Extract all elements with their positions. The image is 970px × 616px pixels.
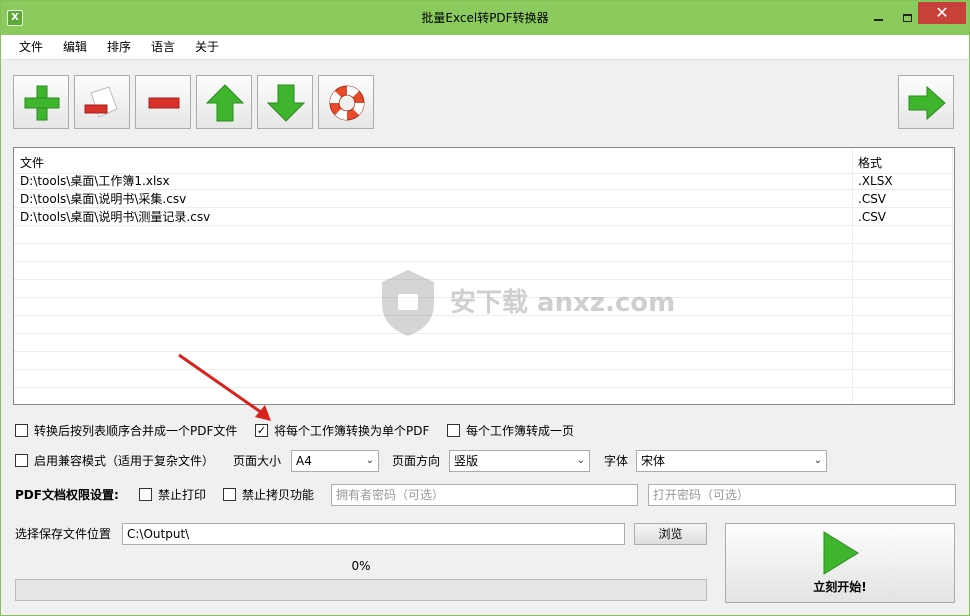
- column-header-format[interactable]: 格式: [858, 152, 882, 174]
- compat-option[interactable]: 启用兼容模式（适用于复杂文件）: [15, 452, 214, 470]
- progress-percent: 0%: [351, 559, 371, 573]
- add-files-button[interactable]: [13, 75, 69, 129]
- open-password-input[interactable]: 打开密码（可选）: [648, 484, 956, 506]
- single-pdf-checkbox[interactable]: ✓: [255, 424, 268, 437]
- empty-row: [14, 244, 954, 262]
- owner-password-input[interactable]: 拥有者密码（可选）: [331, 484, 638, 506]
- minimize-icon: [873, 19, 883, 21]
- no-copy-label: 禁止拷贝功能: [242, 488, 315, 502]
- remove-file-button[interactable]: [74, 75, 130, 129]
- pdf-permission-label: PDF文档权限设置:: [15, 488, 119, 502]
- table-row[interactable]: D:\tools\桌面\说明书\采集.csv .CSV: [14, 190, 954, 208]
- orientation-value: 竖版: [454, 454, 479, 468]
- file-path: D:\tools\桌面\说明书\测量记录.csv: [20, 210, 211, 224]
- merge-label: 转换后按列表顺序合并成一个PDF文件: [34, 424, 238, 438]
- move-down-button[interactable]: [257, 75, 313, 129]
- page-size-select[interactable]: A4 ⌄: [291, 450, 379, 472]
- output-location-label: 选择保存文件位置: [15, 527, 112, 541]
- shield-watermark-icon: [382, 270, 434, 336]
- empty-row: [14, 370, 954, 388]
- no-print-label: 禁止打印: [158, 488, 207, 502]
- orientation-label: 页面方向: [392, 454, 441, 468]
- progress-bar: [15, 579, 707, 601]
- close-button[interactable]: ✕: [918, 2, 966, 24]
- close-icon: ✕: [935, 3, 949, 22]
- minimize-button[interactable]: [863, 1, 893, 35]
- title-bar: X 批量Excel转PDF转换器 ✕: [1, 1, 969, 35]
- one-page-checkbox[interactable]: [447, 424, 460, 437]
- annotation-arrow: [178, 353, 271, 421]
- chevron-down-icon: ⌄: [576, 455, 585, 466]
- chevron-down-icon: ⌄: [813, 455, 822, 466]
- font-label: 字体: [604, 454, 629, 468]
- compat-checkbox[interactable]: [15, 454, 28, 467]
- menu-bar: 文件 编辑 排序 语言 关于: [1, 35, 969, 60]
- merge-option[interactable]: 转换后按列表顺序合并成一个PDF文件: [15, 422, 237, 440]
- start-label: 立刻开始!: [813, 580, 867, 594]
- no-print-option[interactable]: 禁止打印: [139, 486, 206, 504]
- help-lifebuoy-icon: [329, 85, 365, 121]
- merge-checkbox[interactable]: [15, 424, 28, 437]
- menu-file[interactable]: 文件: [19, 35, 43, 60]
- file-format: .CSV: [858, 210, 887, 224]
- help-button[interactable]: [318, 75, 374, 129]
- empty-row: [14, 352, 954, 370]
- next-button[interactable]: [898, 75, 954, 129]
- file-list[interactable]: 文件 格式 D:\tools\桌面\工作簿1.xlsx .XLSX D:\too…: [13, 147, 955, 405]
- file-path: D:\tools\桌面\工作簿1.xlsx: [20, 174, 170, 188]
- menu-about[interactable]: 关于: [195, 35, 219, 60]
- app-window: X 批量Excel转PDF转换器 ✕ 文件 编辑 排序 语言 关于 文件 格式 …: [0, 0, 970, 616]
- font-select[interactable]: 宋体 ⌄: [636, 450, 827, 472]
- play-icon: [823, 531, 859, 575]
- column-header-file[interactable]: 文件: [20, 152, 44, 174]
- table-row[interactable]: D:\tools\桌面\说明书\测量记录.csv .CSV: [14, 208, 954, 226]
- table-row[interactable]: D:\tools\桌面\工作簿1.xlsx .XLSX: [14, 172, 954, 190]
- file-format: .CSV: [858, 192, 887, 206]
- move-down-icon: [266, 84, 306, 122]
- one-page-label: 每个工作簿转成一页: [466, 424, 575, 438]
- menu-language[interactable]: 语言: [151, 35, 175, 60]
- watermark-text: 安下载 anxz.com: [450, 288, 676, 318]
- single-pdf-option[interactable]: ✓ 将每个工作簿转换为单个PDF: [255, 422, 429, 440]
- maximize-icon: [902, 14, 912, 22]
- browse-button[interactable]: 浏览: [634, 523, 707, 545]
- remove-file-icon: [84, 86, 118, 118]
- no-copy-option[interactable]: 禁止拷贝功能: [223, 486, 314, 504]
- move-up-button[interactable]: [196, 75, 252, 129]
- page-size-value: A4: [296, 454, 312, 468]
- minus-icon: [148, 97, 180, 109]
- remove-all-button[interactable]: [135, 75, 191, 129]
- window-title: 批量Excel转PDF转换器: [421, 11, 549, 25]
- menu-edit[interactable]: 编辑: [63, 35, 87, 60]
- empty-row: [14, 226, 954, 244]
- orientation-select[interactable]: 竖版 ⌄: [449, 450, 590, 472]
- chevron-down-icon: ⌄: [365, 455, 374, 466]
- no-copy-checkbox[interactable]: [223, 488, 236, 501]
- page-size-label: 页面大小: [233, 454, 282, 468]
- file-format: .XLSX: [858, 174, 893, 188]
- start-button[interactable]: 立刻开始!: [725, 523, 955, 603]
- output-path-input[interactable]: C:\Output\: [122, 523, 625, 545]
- arrow-right-icon: [908, 85, 946, 121]
- compat-label: 启用兼容模式（适用于复杂文件）: [34, 454, 215, 468]
- menu-sort[interactable]: 排序: [107, 35, 131, 60]
- font-value: 宋体: [641, 454, 666, 468]
- move-up-icon: [205, 84, 245, 122]
- file-list-header: 文件 格式: [14, 152, 954, 174]
- single-pdf-label: 将每个工作簿转换为单个PDF: [274, 424, 430, 438]
- add-icon: [24, 85, 60, 121]
- one-page-option[interactable]: 每个工作簿转成一页: [447, 422, 574, 440]
- file-path: D:\tools\桌面\说明书\采集.csv: [20, 192, 187, 206]
- no-print-checkbox[interactable]: [139, 488, 152, 501]
- watermark: 安下载 anxz.com: [378, 268, 675, 348]
